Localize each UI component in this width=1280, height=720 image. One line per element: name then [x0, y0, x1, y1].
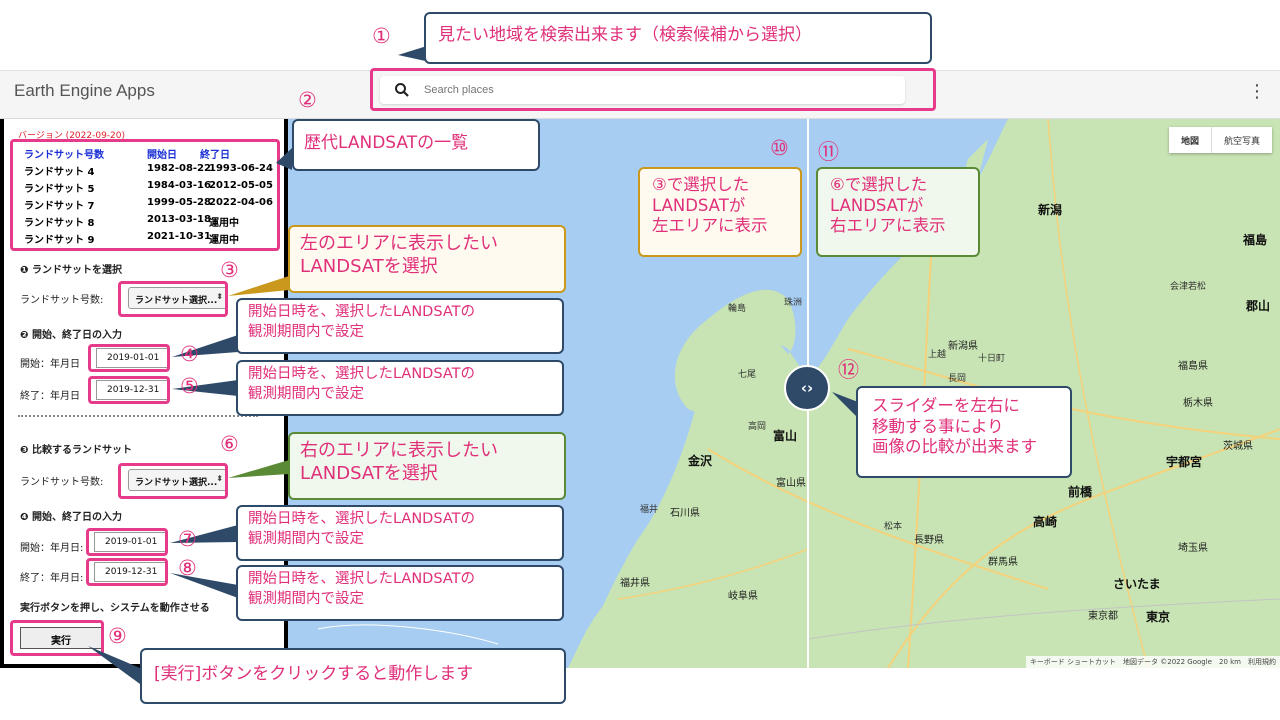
callout-date-3: 開始日時を、選択したLANDSATの 観測期間内で設定: [236, 505, 564, 561]
marker-4: ④: [180, 342, 199, 366]
marker-7: ⑦: [178, 527, 197, 551]
callout-left-area: ③で選択した LANDSATが 左エリアに表示: [638, 167, 802, 257]
callout-date-2: 開始日時を、選択したLANDSATの 観測期間内で設定: [236, 360, 564, 416]
callout-run: [実行]ボタンをクリックすると動作します: [140, 648, 566, 704]
callout-slider: スライダーを左右に 移動する事により 画像の比較が出来ます: [856, 386, 1072, 478]
callout-date-4: 開始日時を、選択したLANDSATの 観測期間内で設定: [236, 565, 564, 621]
marker-5: ⑤: [180, 374, 199, 398]
callout-select-left: 左のエリアに表示したい LANDSATを選択: [288, 225, 566, 293]
marker-12: ⑫: [838, 358, 859, 382]
marker-3: ③: [220, 258, 239, 282]
marker-8: ⑧: [178, 556, 197, 580]
root: Earth Engine Apps ⋮ バージョン (2022-09-20) ラ…: [0, 0, 1280, 720]
marker-11: ⑪: [818, 140, 839, 164]
callout-right-area: ⑥で選択した LANDSATが 右エリアに表示: [816, 167, 980, 257]
callout-select-right: 右のエリアに表示したい LANDSATを選択: [288, 432, 566, 500]
marker-6: ⑥: [220, 432, 239, 456]
callout-search: 見たい地域を検索出来ます（検索候補から選択）: [424, 12, 932, 64]
callout-landsat-list: 歴代LANDSATの一覧: [292, 119, 540, 171]
marker-1: ①: [372, 24, 391, 48]
marker-9: ⑨: [108, 624, 127, 648]
marker-10: ⑩: [770, 136, 789, 160]
marker-2: ②: [298, 88, 317, 112]
callout-date-1: 開始日時を、選択したLANDSATの 観測期間内で設定: [236, 298, 564, 354]
